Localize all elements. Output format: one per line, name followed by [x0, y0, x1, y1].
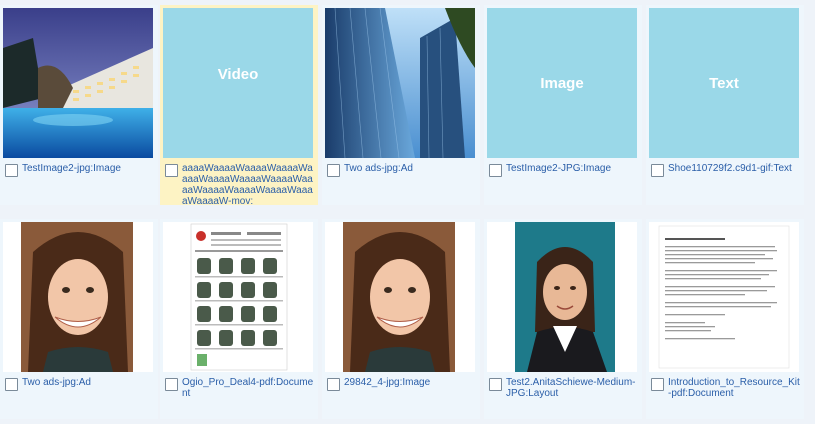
tile-caption: aaaaWaaaaWaaaaWaaaaWaaaaWaaaaWaaaaWaaaaW…: [165, 163, 315, 207]
thumbnail-hotel-pool[interactable]: [3, 8, 153, 158]
asset-link[interactable]: 29842_4-jpg:Image: [344, 377, 430, 388]
select-checkbox[interactable]: [5, 378, 18, 391]
select-checkbox[interactable]: [327, 378, 340, 391]
thumbnail-video-placeholder[interactable]: Video: [163, 8, 313, 158]
asset-link[interactable]: TestImage2-JPG:Image: [506, 163, 611, 174]
thumbnail-portrait-woman[interactable]: [3, 222, 153, 372]
placeholder-text: Image: [540, 74, 584, 92]
asset-link[interactable]: Introduction_to_Resource_Kit-pdf:Documen…: [668, 377, 801, 399]
thumbnail-portrait-woman[interactable]: [325, 222, 475, 372]
select-checkbox[interactable]: [165, 164, 178, 177]
asset-tile[interactable]: Two ads-jpg:Ad: [322, 5, 480, 205]
thumbnail-catalog-document[interactable]: [163, 222, 313, 372]
asset-tile[interactable]: Text Shoe110729f2.c9d1-gif:Text: [646, 5, 804, 205]
tile-caption: TestImage2-jpg:Image: [5, 163, 155, 177]
asset-link[interactable]: Two ads-jpg:Ad: [22, 377, 91, 388]
thumbnail-buildings[interactable]: [325, 8, 475, 158]
placeholder-text: Text: [709, 74, 739, 92]
select-checkbox[interactable]: [5, 164, 18, 177]
placeholder-text: Video: [217, 65, 259, 83]
thumbnail-text-document[interactable]: [649, 222, 799, 372]
thumbnail-image-placeholder[interactable]: Image: [487, 8, 637, 158]
asset-tile[interactable]: 29842_4-jpg:Image: [322, 219, 480, 419]
asset-tile[interactable]: Introduction_to_Resource_Kit-pdf:Documen…: [646, 219, 804, 419]
asset-tile[interactable]: Ogio_Pro_Deal4-pdf:Document: [160, 219, 318, 419]
tile-caption: 29842_4-jpg:Image: [327, 377, 477, 391]
select-checkbox[interactable]: [651, 164, 664, 177]
asset-grid: TestImage2-jpg:Image Video aaaaWaaaaWaaa…: [0, 0, 815, 424]
tile-caption: Shoe110729f2.c9d1-gif:Text: [651, 163, 801, 177]
select-checkbox[interactable]: [327, 164, 340, 177]
asset-link[interactable]: Test2.AnitaSchiewe-Medium-JPG:Layout: [506, 377, 639, 399]
asset-link[interactable]: Shoe110729f2.c9d1-gif:Text: [668, 163, 792, 174]
asset-tile[interactable]: Test2.AnitaSchiewe-Medium-JPG:Layout: [484, 219, 642, 419]
select-checkbox[interactable]: [489, 378, 502, 391]
tile-caption: Ogio_Pro_Deal4-pdf:Document: [165, 377, 315, 399]
thumbnail-portrait-businesswoman[interactable]: [487, 222, 637, 372]
select-checkbox[interactable]: [165, 378, 178, 391]
tile-caption: Test2.AnitaSchiewe-Medium-JPG:Layout: [489, 377, 639, 399]
select-checkbox[interactable]: [489, 164, 502, 177]
asset-tile-selected[interactable]: Video aaaaWaaaaWaaaaWaaaaWaaaaWaaaaWaaaa…: [160, 5, 318, 207]
tile-caption: Introduction_to_Resource_Kit-pdf:Documen…: [651, 377, 801, 399]
tile-caption: Two ads-jpg:Ad: [327, 163, 477, 177]
asset-link[interactable]: aaaaWaaaaWaaaaWaaaaWaaaaWaaaaWaaaaWaaaaW…: [182, 163, 315, 207]
asset-link[interactable]: Ogio_Pro_Deal4-pdf:Document: [182, 377, 315, 399]
tile-caption: Two ads-jpg:Ad: [5, 377, 155, 391]
tile-caption: TestImage2-JPG:Image: [489, 163, 639, 177]
asset-link[interactable]: TestImage2-jpg:Image: [22, 163, 121, 174]
asset-tile[interactable]: TestImage2-jpg:Image: [0, 5, 158, 205]
select-checkbox[interactable]: [651, 378, 664, 391]
asset-tile[interactable]: Two ads-jpg:Ad: [0, 219, 158, 419]
thumbnail-text-placeholder[interactable]: Text: [649, 8, 799, 158]
asset-tile[interactable]: Image TestImage2-JPG:Image: [484, 5, 642, 205]
asset-link[interactable]: Two ads-jpg:Ad: [344, 163, 413, 174]
